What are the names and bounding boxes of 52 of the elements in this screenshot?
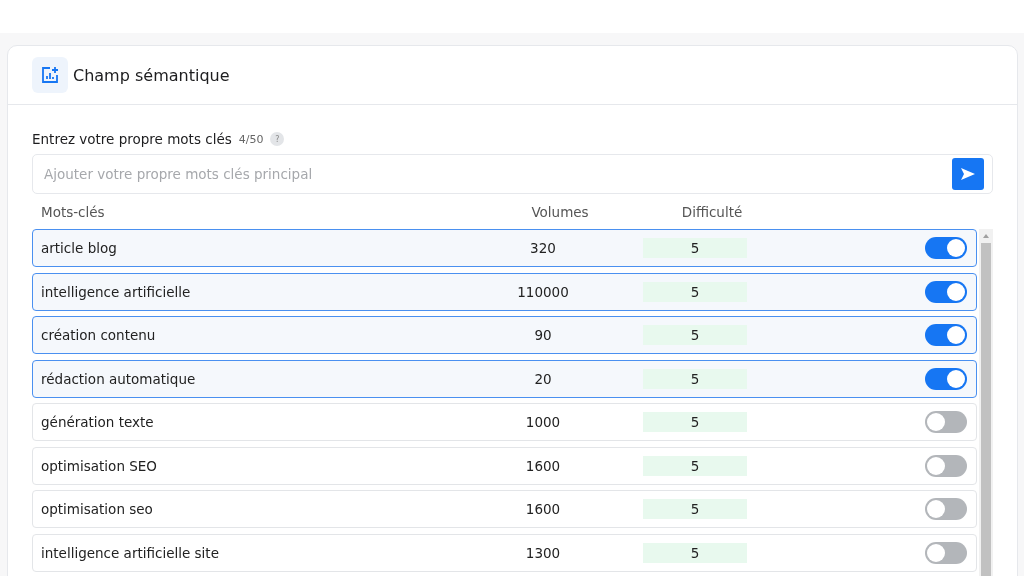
column-header: Volumes	[531, 204, 589, 220]
scrollbar[interactable]	[979, 229, 993, 576]
keyword-text: génération texte	[41, 414, 155, 430]
difficulty-value: 5	[643, 368, 747, 389]
volume-value: 1000	[525, 414, 561, 430]
difficulty-value: 5	[643, 499, 747, 519]
keyword-row[interactable]: rédaction automatique 20 5	[32, 359, 977, 398]
keyword-text: optimisation SEO	[41, 457, 158, 474]
volume-value: 1600	[525, 501, 561, 517]
keyword-text: création contenu	[41, 327, 157, 343]
keyword-row[interactable]: création contenu 90 5	[32, 316, 977, 354]
difficulty-value: 5	[643, 325, 747, 345]
keyword-text: intelligence artificielle site	[41, 544, 220, 561]
keyword-text: rédaction automatique	[41, 370, 197, 387]
volume-value: 110000	[517, 283, 569, 300]
volume-value: 90	[534, 327, 552, 343]
volume-value: 1600	[525, 457, 561, 474]
keyword-text: article blog	[41, 240, 118, 256]
field-label: Entrez votre propre mots clés	[32, 131, 232, 147]
toggle-switch[interactable]	[925, 324, 967, 346]
column-header: Difficulté	[681, 204, 743, 220]
keyword-input-field[interactable]: Ajouter votre propre mots clés principal	[32, 154, 993, 194]
keyword-row[interactable]: intelligence artificielle 110000 5	[32, 272, 977, 311]
difficulty-value: 5	[643, 281, 747, 302]
send-button[interactable]	[952, 158, 984, 190]
difficulty-value: 5	[643, 412, 747, 432]
toggle-switch[interactable]	[925, 237, 967, 259]
toggle-switch[interactable]	[925, 280, 967, 303]
keyword-row[interactable]: optimisation seo 1600 5	[32, 490, 977, 528]
difficulty-value: 5	[643, 238, 747, 258]
difficulty-value: 5	[643, 542, 747, 563]
toggle-switch[interactable]	[925, 498, 967, 520]
keyword-count: 4/50	[238, 132, 264, 146]
volume-value: 320	[530, 240, 556, 256]
toggle-switch[interactable]	[925, 411, 967, 433]
toggle-switch[interactable]	[925, 541, 967, 564]
scroll-up-icon[interactable]	[982, 232, 990, 240]
difficulty-value: 5	[643, 455, 747, 476]
send-icon	[960, 167, 976, 181]
keyword-text: intelligence artificielle	[41, 283, 192, 300]
volume-value: 20	[534, 370, 552, 387]
chart-icon	[32, 57, 68, 93]
toggle-switch[interactable]	[925, 367, 967, 390]
keyword-row[interactable]: intelligence artificielle site 1300 5	[32, 533, 977, 572]
volume-value: 1300	[525, 544, 561, 561]
keyword-text: optimisation seo	[41, 501, 154, 517]
keyword-row[interactable]: optimisation SEO 1600 5	[32, 446, 977, 485]
keyword-row[interactable]: article blog 320 5	[32, 229, 977, 267]
card-title: Champ sémantique	[73, 65, 230, 85]
toggle-switch[interactable]	[925, 454, 967, 477]
keyword-row[interactable]: génération texte 1000 5	[32, 403, 977, 441]
column-header: Mots-clés	[41, 204, 105, 220]
